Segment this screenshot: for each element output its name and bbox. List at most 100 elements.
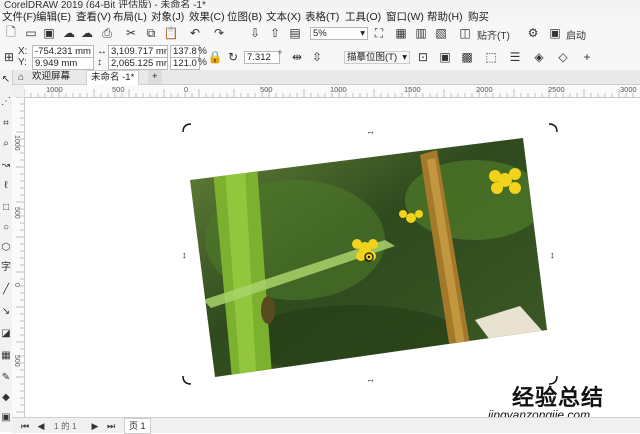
- selected-bitmap[interactable]: [175, 120, 565, 390]
- rulers-icon[interactable]: ▦: [394, 26, 408, 40]
- save-icon[interactable]: ▣: [42, 26, 56, 40]
- menu-tools[interactable]: 工具(O): [345, 9, 381, 24]
- trace-bitmap-label: 描摹位图(T): [347, 52, 398, 63]
- new-icon[interactable]: 🗋: [4, 25, 18, 40]
- launch-button[interactable]: 启动: [566, 27, 586, 42]
- guides-icon[interactable]: ▧: [434, 26, 448, 40]
- menu-object[interactable]: 对象(J): [151, 9, 184, 24]
- shape-tool-icon[interactable]: ⋰: [0, 96, 12, 108]
- menu-table[interactable]: 表格(T): [305, 9, 339, 24]
- next-page-icon[interactable]: ▶: [88, 419, 102, 433]
- paste-icon[interactable]: 📋: [164, 26, 179, 40]
- import-icon[interactable]: ⇩: [248, 26, 262, 40]
- scale-height-input[interactable]: 121.0: [170, 57, 200, 70]
- wrap-text-icon[interactable]: ☰: [508, 50, 522, 64]
- resample-icon[interactable]: ⬚: [484, 50, 498, 64]
- cloud-download-icon[interactable]: ☁: [80, 26, 94, 40]
- launch-icon[interactable]: ▣: [548, 26, 562, 40]
- trace-bitmap-button[interactable]: 描摹位图(T) ▾: [344, 51, 410, 64]
- vertical-ruler[interactable]: 1000 500 0 500: [12, 97, 25, 417]
- drop-shadow-icon[interactable]: ◪: [0, 328, 12, 340]
- smart-fill-icon[interactable]: ▣: [0, 412, 12, 424]
- menu-window[interactable]: 窗口(W): [386, 9, 424, 24]
- prev-page-icon[interactable]: ◀: [34, 419, 48, 433]
- interactive-fill-icon[interactable]: ◆: [0, 392, 12, 404]
- add-tab-button[interactable]: +: [148, 70, 162, 84]
- rotate-handle-icon[interactable]: [182, 123, 192, 133]
- add-icon[interactable]: +: [580, 50, 594, 64]
- height-input[interactable]: 2,065.125 mm: [108, 57, 168, 70]
- text-tool-icon[interactable]: 字: [0, 262, 12, 274]
- menu-layout[interactable]: 布局(L): [113, 9, 147, 24]
- snap-icon[interactable]: ◫: [458, 26, 472, 40]
- first-page-icon[interactable]: ⏮: [18, 419, 32, 433]
- pick-tool-icon[interactable]: ↖: [0, 74, 12, 86]
- horizontal-ruler[interactable]: 1000 500 0 500 1000 1500 2000 2500 3000: [24, 85, 640, 98]
- connector-tool-icon[interactable]: ↘: [0, 306, 12, 318]
- crop-bitmap-icon[interactable]: ⊡: [416, 50, 430, 64]
- width-icon: ↔: [97, 46, 107, 57]
- zoom-level-select[interactable]: 5% ▾: [310, 27, 368, 40]
- cloud-upload-icon[interactable]: ☁: [62, 26, 76, 40]
- rotate-handle-icon[interactable]: [548, 123, 558, 133]
- skew-handle-left-icon[interactable]: ↕: [182, 251, 187, 260]
- photo-content: [190, 138, 547, 377]
- ruler-label: 500: [260, 85, 273, 94]
- grid-icon[interactable]: ▥: [414, 26, 428, 40]
- menu-help[interactable]: 帮助(H): [427, 9, 463, 24]
- cut-icon[interactable]: ✂: [124, 26, 138, 40]
- rotate-icon[interactable]: ↻: [226, 50, 240, 64]
- menu-effects[interactable]: 效果(C): [189, 9, 225, 24]
- edit-bitmap-icon[interactable]: ▣: [438, 50, 452, 64]
- property-bar: ⊞ X: -754.231 mm Y: 9.949 mm ↔ 3,109.717…: [0, 44, 640, 71]
- tab-welcome-screen[interactable]: 欢迎屏幕: [28, 70, 75, 84]
- menu-view[interactable]: 查看(V): [76, 9, 111, 24]
- tab-document[interactable]: 未命名 -1*: [86, 70, 140, 85]
- transparency-icon[interactable]: ▦: [0, 350, 12, 362]
- menu-bitmap[interactable]: 位图(B): [227, 9, 262, 24]
- y-label: Y:: [18, 57, 27, 68]
- crop-tool-icon[interactable]: ⌗: [0, 118, 12, 130]
- snap-to-button[interactable]: 贴齐(T): [477, 27, 510, 42]
- ruler-label: 0: [184, 85, 189, 94]
- skew-handle-bottom-icon[interactable]: ↔: [366, 375, 375, 384]
- chevron-down-icon: ▾: [360, 28, 365, 39]
- redo-icon[interactable]: ↷: [212, 26, 226, 40]
- undo-icon[interactable]: ↶: [188, 26, 202, 40]
- print-icon[interactable]: ⎙: [100, 26, 114, 40]
- ellipse-tool-icon[interactable]: ○: [0, 222, 12, 234]
- menu-edit[interactable]: 编辑(E): [36, 9, 71, 24]
- mirror-vertical-icon[interactable]: ⇳: [310, 50, 324, 64]
- export-icon[interactable]: ⇧: [268, 26, 282, 40]
- percent-label: %: [198, 57, 207, 68]
- object-origin-icon[interactable]: ⊞: [2, 50, 16, 64]
- skew-handle-right-icon[interactable]: ↕: [550, 251, 555, 260]
- bitmap-color-mask-icon[interactable]: ▩: [460, 50, 474, 64]
- gear-icon[interactable]: ⚙: [526, 26, 540, 40]
- menu-buy[interactable]: 购买: [468, 9, 489, 24]
- rectangle-tool-icon[interactable]: □: [0, 202, 12, 214]
- ruler-label: 500: [13, 355, 20, 367]
- parallel-dimension-icon[interactable]: ╱: [0, 284, 12, 296]
- fullscreen-icon[interactable]: ⛶: [372, 26, 386, 40]
- last-page-icon[interactable]: ⏭: [104, 419, 118, 433]
- ruler-label: 500: [13, 207, 20, 219]
- zoom-tool-icon[interactable]: ⌕: [0, 138, 12, 150]
- freehand-tool-icon[interactable]: ↝: [0, 160, 12, 172]
- rotate-handle-icon[interactable]: [182, 375, 192, 385]
- angle-input[interactable]: 7.312: [244, 51, 280, 64]
- mirror-horizontal-icon[interactable]: ⇹: [290, 50, 304, 64]
- copy-icon[interactable]: ⧉: [144, 26, 158, 40]
- eyedropper-icon[interactable]: ✎: [0, 372, 12, 384]
- skew-handle-top-icon[interactable]: ↔: [366, 127, 375, 136]
- menu-text[interactable]: 文本(X): [266, 9, 301, 24]
- open-icon[interactable]: ▭: [24, 26, 38, 40]
- home-icon[interactable]: ⌂: [14, 70, 28, 84]
- height-icon: ↕: [97, 57, 102, 68]
- lock-ratio-icon[interactable]: 🔒: [208, 50, 223, 64]
- title-bar: CorelDRAW 2019 (64-Bit 评估版) - 未命名 -1*: [0, 0, 640, 8]
- pdf-icon[interactable]: ▤: [288, 26, 302, 40]
- y-position-input[interactable]: 9.949 mm: [32, 57, 94, 70]
- artistic-media-icon[interactable]: ℓ: [0, 180, 12, 192]
- polygon-tool-icon[interactable]: ⬡: [0, 242, 12, 254]
